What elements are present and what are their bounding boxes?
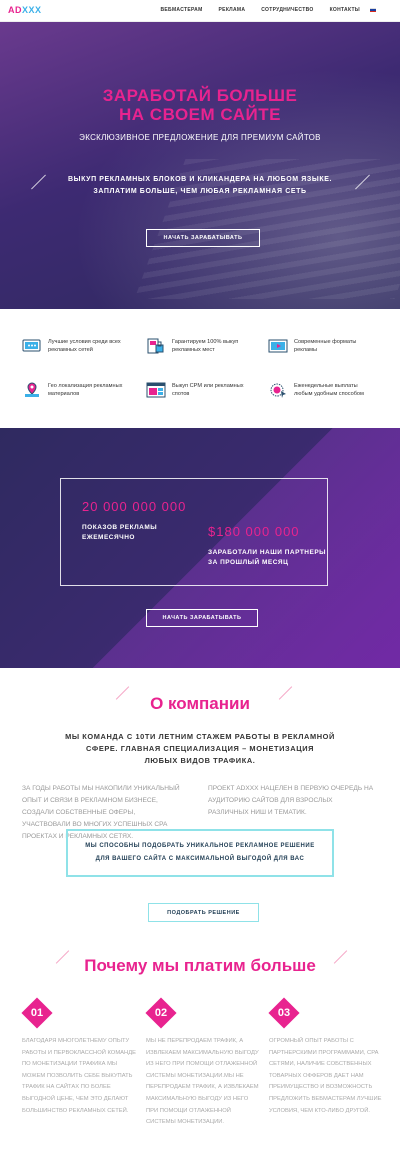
- divider-line-right: [355, 174, 370, 190]
- stat-impressions-label-1: ПОКАЗОВ РЕКЛАМЫ: [82, 524, 158, 531]
- callout-line-2: ДЛЯ ВАШЕГО САЙТА С МАКСИМАЛЬНОЙ ВЫГОДОЙ …: [95, 856, 305, 862]
- lock-document-icon: [147, 338, 164, 354]
- language-flag-icon[interactable]: [370, 8, 376, 12]
- header: ADXXX ВЕБМАСТЕРАМ РЕКЛАМА СОТРУДНИЧЕСТВО…: [0, 0, 400, 22]
- why-title: Почему мы платим больше: [84, 956, 316, 975]
- browser-layout-icon: [146, 382, 166, 398]
- nav-contacts[interactable]: КОНТАКТЫ: [330, 7, 360, 13]
- choose-solution-button[interactable]: ПОДОБРАТЬ РЕШЕНИЕ: [148, 903, 259, 922]
- hero-title-line-1: ЗАРАБОТАЙ БОЛЬШЕ: [102, 86, 298, 105]
- nav-advertising[interactable]: РЕКЛАМА: [219, 7, 246, 13]
- hero-subtitle: ЭКСКЛЮЗИВНОЕ ПРЕДЛОЖЕНИЕ ДЛЯ ПРЕМИУМ САЙ…: [79, 133, 321, 142]
- nav-webmasters[interactable]: ВЕБМАСТЕРАМ: [161, 7, 203, 13]
- start-earning-button-2[interactable]: НАЧАТЬ ЗАРАБАТЫВАТЬ: [146, 609, 258, 627]
- stat-impressions-value: 20 000 000 000: [82, 499, 187, 514]
- stat-earnings-label-1: ЗАРАБОТАЛИ НАШИ ПАРТНЕРЫ: [208, 549, 327, 556]
- reason-text-2: МЫ НЕ ПЕРЕПРОДАЕМ ТРАФИК, А ИЗВЛЕКАЕМ МАК…: [146, 1038, 259, 1126]
- stat-earnings-value: $180 000 000: [208, 524, 300, 539]
- logo[interactable]: ADXXX: [8, 5, 42, 15]
- hero-offer-line-1: ВЫКУП РЕКЛАМНЫХ БЛОКОВ И КЛИКАНДЕРА НА Л…: [67, 176, 333, 183]
- feature-item: Выкуп CPM или рекламных спотов: [146, 382, 244, 398]
- map-pin-icon: [25, 382, 39, 397]
- callout-line-1: МЫ СПОСОБНЫ ПОДОБРАТЬ УНИКАЛЬНОЕ РЕКЛАМН…: [85, 843, 315, 849]
- coin-cursor-icon: [270, 383, 286, 398]
- main-nav: ВЕБМАСТЕРАМ РЕКЛАМА СОТРУДНИЧЕСТВО КОНТА…: [161, 7, 361, 13]
- about-lead-3: ЛЮБЫХ ВИДОВ ТРАФИКА.: [144, 756, 256, 765]
- reason-text-3: ОГРОМНЫЙ ОПЫТ РАБОТЫ С ПАРТНЕРСКИМИ ПРОГР…: [269, 1038, 382, 1114]
- hero-title-line-2: НА СВОЕМ САЙТЕ: [119, 105, 281, 124]
- feature-item: Современные форматы рекламы: [268, 338, 356, 354]
- feature-item: Лучшие условия среди всех рекламных сетей: [22, 338, 121, 354]
- about-lead-2: СФЕРЕ. ГЛАВНАЯ СПЕЦИАЛИЗАЦИЯ – МОНЕТИЗАЦ…: [85, 744, 315, 753]
- video-player-icon: [268, 339, 288, 353]
- stats-section: 20 000 000 000 ПОКАЗОВ РЕКЛАМЫ ЕЖЕМЕСЯЧН…: [0, 428, 400, 668]
- feature-item: Гарантируем 100% выкуп рекламных мест: [146, 338, 238, 354]
- hero-section: ЗАРАБОТАЙ БОЛЬШЕ НА СВОЕМ САЙТЕ ЭКСКЛЮЗИ…: [0, 22, 400, 309]
- stat-impressions-label-2: ЕЖЕМЕСЯЧНО: [82, 534, 135, 541]
- number-badge: 02: [145, 997, 177, 1029]
- start-earning-button[interactable]: НАЧАТЬ ЗАРАБАТЫВАТЬ: [146, 229, 260, 247]
- about-lead-1: МЫ КОМАНДА С 10ТИ ЛЕТНИМ СТАЖЕМ РАБОТЫ В…: [65, 732, 335, 741]
- stat-earnings-label-2: ЗА ПРОШЛЫЙ МЕСЯЦ: [208, 559, 289, 566]
- reason-text-1: БЛАГОДАРЯ МНОГОЛЕТНЕМУ ОПЫТУ РАБОТЫ И ПЕР…: [22, 1038, 136, 1114]
- number-badge: 03: [268, 997, 300, 1029]
- about-title: О компании: [150, 694, 250, 713]
- hero-offer-line-2: ЗАПЛАТИМ БОЛЬШЕ, ЧЕМ ЛЮБАЯ РЕКЛАМНАЯ СЕТ…: [93, 188, 307, 195]
- feature-item: Еженедельные выплаты любым удобным способ…: [268, 382, 364, 398]
- nav-partnership[interactable]: СОТРУДНИЧЕСТВО: [261, 7, 313, 13]
- feature-item: Гео локализация рекламных материалов: [22, 382, 122, 398]
- number-badge: 01: [21, 997, 53, 1029]
- about-right-text: ПРОЕКТ ADXXX НАЦЕЛЕН В ПЕРВУЮ ОЧЕРЕДЬ НА…: [208, 785, 374, 816]
- chat-window-icon: [22, 339, 41, 352]
